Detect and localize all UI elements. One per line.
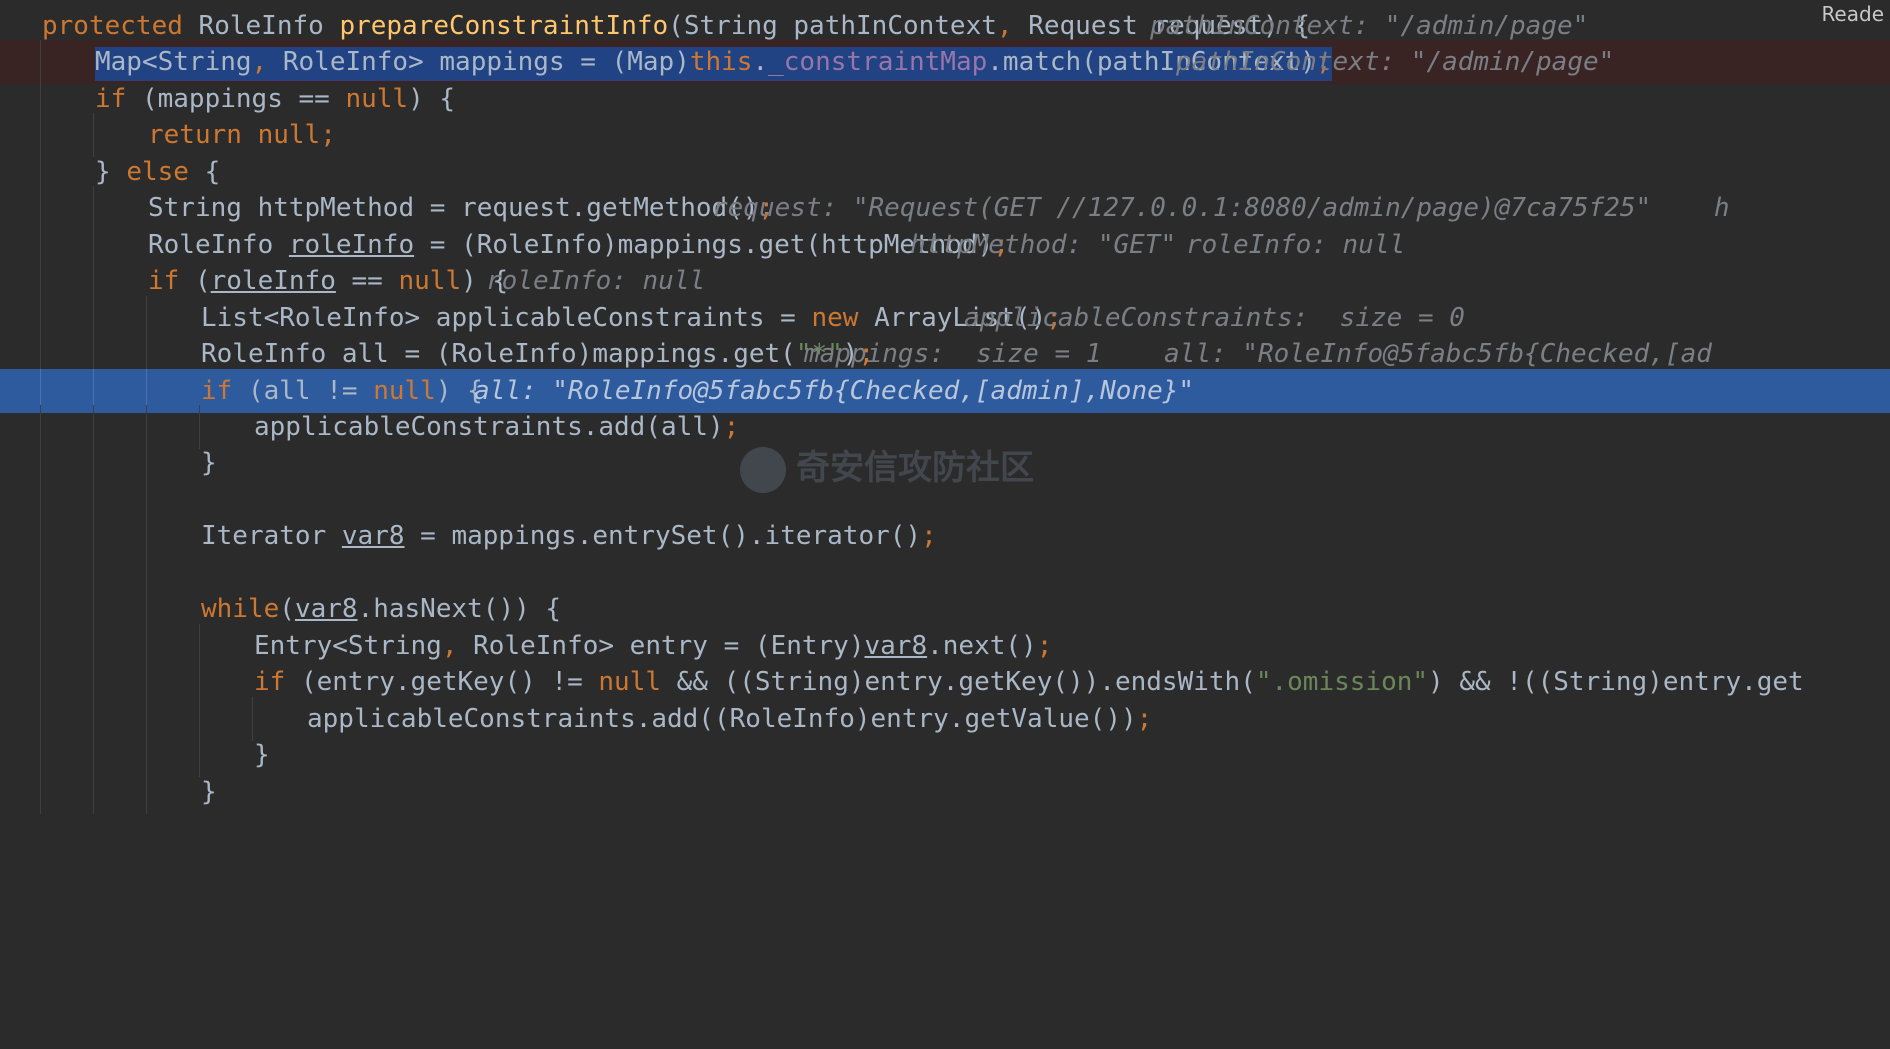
code-line-close-while[interactable]: } — [0, 770, 1890, 814]
reader-mode-button[interactable]: Reade — [1815, 0, 1890, 28]
watermark: 奇安信攻防社区 — [740, 438, 1034, 498]
indent-guide — [93, 770, 94, 814]
shield-logo-icon — [740, 446, 786, 493]
code-editor[interactable]: protected RoleInfo prepareConstraintInfo… — [0, 0, 1890, 944]
text-selection: Map<String, RoleInfo> mappings = (Map)th… — [95, 47, 1332, 81]
indent-guide — [146, 770, 147, 814]
indent-guide — [40, 770, 41, 814]
code-text: } — [201, 777, 217, 807]
